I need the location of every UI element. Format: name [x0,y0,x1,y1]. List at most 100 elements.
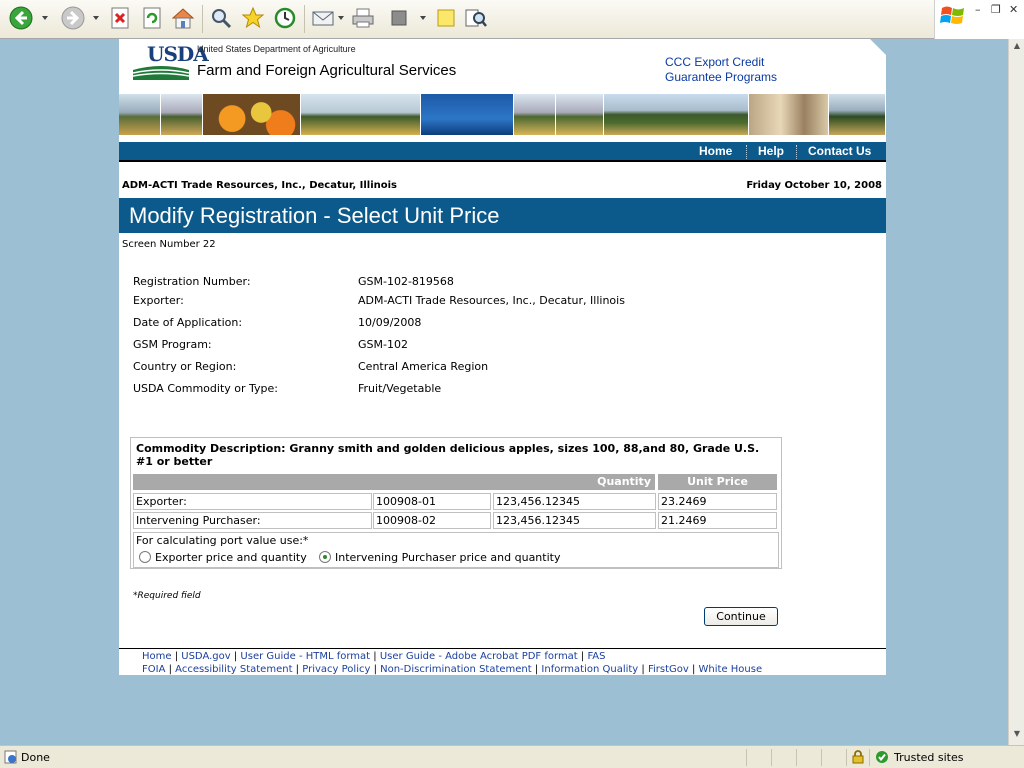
back-arrow-icon [9,6,33,30]
security-zone[interactable]: Trusted sites [869,749,1024,766]
row-unit-price: 23.2469 [658,493,777,510]
footer-link[interactable]: Information Quality [541,664,638,675]
current-date: Friday October 10, 2008 [746,180,882,191]
field-value: ADM-ACTI Trade Resources, Inc., Decatur,… [358,294,625,307]
forward-dropdown[interactable] [93,16,99,20]
commodity-box: Commodity Description: Granny smith and … [130,437,782,569]
note-icon [437,9,455,27]
banner-photo [514,94,556,135]
screen-number: Screen Number 22 [122,239,216,250]
field-value: Fruit/Vegetable [358,382,442,395]
footer-link[interactable]: User Guide - HTML format [240,651,370,662]
top-nav: Home Help Contact Us [119,142,886,162]
mail-dropdown[interactable] [338,16,344,20]
footer-row-1: Home | USDA.gov | User Guide - HTML form… [142,651,606,662]
edit-dropdown[interactable] [420,16,426,20]
research-icon [465,9,487,27]
home-button[interactable] [170,5,196,31]
back-dropdown[interactable] [42,16,48,20]
windows-flag-icon [940,6,964,24]
history-button[interactable] [272,5,298,31]
trusted-sites-check-icon [876,751,888,763]
continue-button[interactable]: Continue [704,607,778,626]
program-link-line2[interactable]: Guarantee Programs [665,70,777,85]
agency-name: Farm and Foreign Agricultural Services [197,62,457,79]
minimize-icon[interactable]: – [975,3,981,16]
footer-row-2: FOIA | Accessibility Statement | Privacy… [142,664,763,675]
edit-icon [391,10,407,26]
print-button[interactable] [350,5,376,31]
web-page: USDA United States Department of Agricul… [119,39,886,675]
program-link-line1[interactable]: CCC Export Credit [665,55,777,70]
footer-link[interactable]: USDA.gov [181,651,230,662]
footer-link[interactable]: Non-Discrimination Statement [380,664,532,675]
refresh-button[interactable] [139,5,165,31]
footer-link[interactable]: FAS [587,651,605,662]
close-icon[interactable]: ✕ [1009,3,1018,16]
field-label: Registration Number: [133,275,251,288]
status-pane [796,749,820,766]
field-value: 10/09/2008 [358,316,422,329]
column-header-quantity: Quantity [133,474,655,490]
field-label: Exporter: [133,294,184,307]
usda-logo[interactable]: USDA [133,42,209,80]
nav-help[interactable]: Help [758,144,784,158]
footer-link[interactable]: Privacy Policy [302,664,370,675]
port-value-label: For calculating port value use:* [136,534,309,547]
edit-button[interactable] [386,5,412,31]
column-header-unit-price: Unit Price [658,474,777,490]
research-button[interactable] [463,5,489,31]
search-button[interactable] [208,5,234,31]
nav-contact[interactable]: Contact Us [808,144,871,158]
footer-link[interactable]: Accessibility Statement [175,664,292,675]
required-note: *Required field [133,591,201,601]
page-title-bar: Modify Registration - Select Unit Price [119,198,886,233]
entity-name: ADM-ACTI Trade Resources, Inc., Decatur,… [122,180,397,191]
site-header: USDA United States Department of Agricul… [119,39,886,94]
toolbar-separator [202,5,203,33]
favorites-button[interactable] [240,5,266,31]
banner-photo [604,94,749,135]
banner-photo [421,94,514,135]
footer-link[interactable]: FOIA [142,664,165,675]
radio-intervening-price[interactable] [319,551,331,563]
radio-intervening-label[interactable]: Intervening Purchaser price and quantity [335,551,560,564]
mail-button[interactable] [310,5,336,31]
refresh-icon [143,7,161,29]
banner-photo [119,94,161,135]
restore-icon[interactable]: ❐ [991,3,1001,16]
header-corner [870,39,886,55]
status-pane [821,749,845,766]
field-value: GSM-102-819568 [358,275,454,288]
row-quantity: 123,456.12345 [493,493,656,510]
note-button[interactable] [433,5,459,31]
vertical-scrollbar[interactable]: ▲ ▼ [1008,39,1024,745]
scroll-up-icon[interactable]: ▲ [1011,41,1023,53]
star-icon [241,6,265,29]
banner-photo [749,94,829,135]
status-bar: Done Trusted sites [0,745,1024,768]
back-button[interactable] [8,5,34,31]
stop-button[interactable] [107,5,133,31]
stop-icon [111,7,129,29]
program-link[interactable]: CCC Export Credit Guarantee Programs [665,55,777,85]
radio-exporter-label[interactable]: Exporter price and quantity [155,551,307,564]
footer-link[interactable]: User Guide - Adobe Acrobat PDF format [380,651,578,662]
radio-exporter-price[interactable] [139,551,151,563]
department-name: United States Department of Agriculture [197,44,356,54]
row-label: Intervening Purchaser: [133,512,372,529]
nav-separator [796,145,797,159]
scroll-down-icon[interactable]: ▼ [1011,729,1023,741]
banner-photo [161,94,203,135]
nav-home[interactable]: Home [699,144,732,158]
status-pane [846,749,868,766]
field-value: GSM-102 [358,338,408,351]
footer-link[interactable]: White House [699,664,763,675]
toolbar-separator [304,5,305,33]
field-value: Central America Region [358,360,489,373]
forward-button[interactable] [60,5,86,31]
nav-separator [746,145,747,159]
footer-link[interactable]: Home [142,651,172,662]
footer-link[interactable]: FirstGov [648,664,689,675]
row-unit-price: 21.2469 [658,512,777,529]
